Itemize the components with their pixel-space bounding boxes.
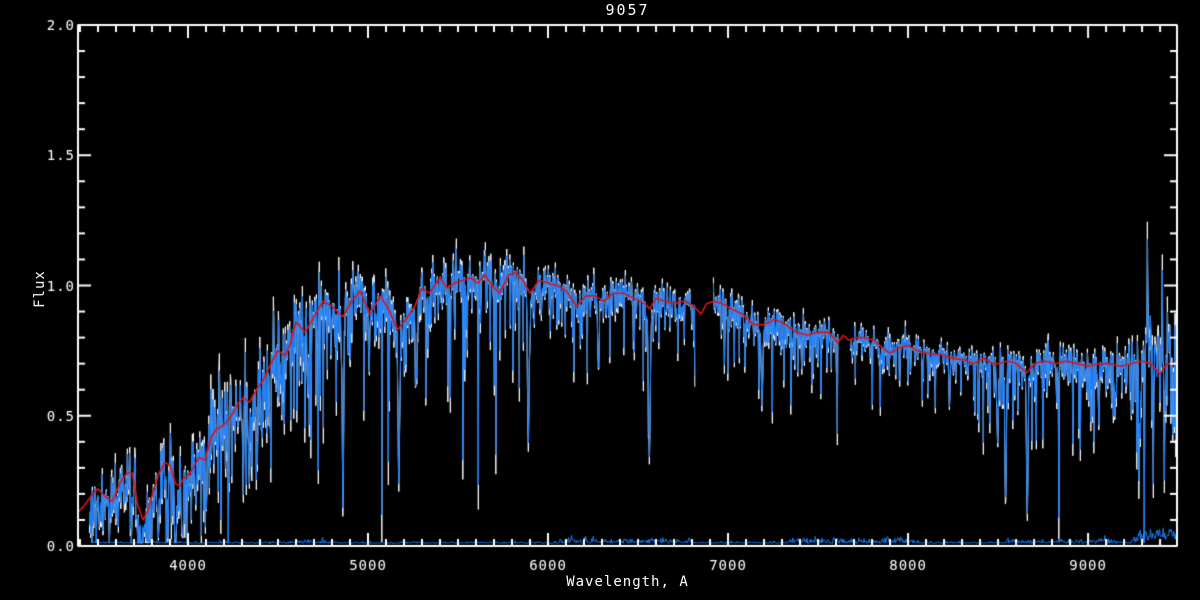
spectrum-chart: 9057 Wavelength, A Flux — [0, 0, 1200, 600]
x-axis-label: Wavelength, A — [566, 574, 689, 590]
chart-title: 9057 — [605, 1, 650, 19]
spectrum-plot-canvas — [0, 0, 1200, 600]
y-axis-label: Flux — [32, 270, 48, 308]
